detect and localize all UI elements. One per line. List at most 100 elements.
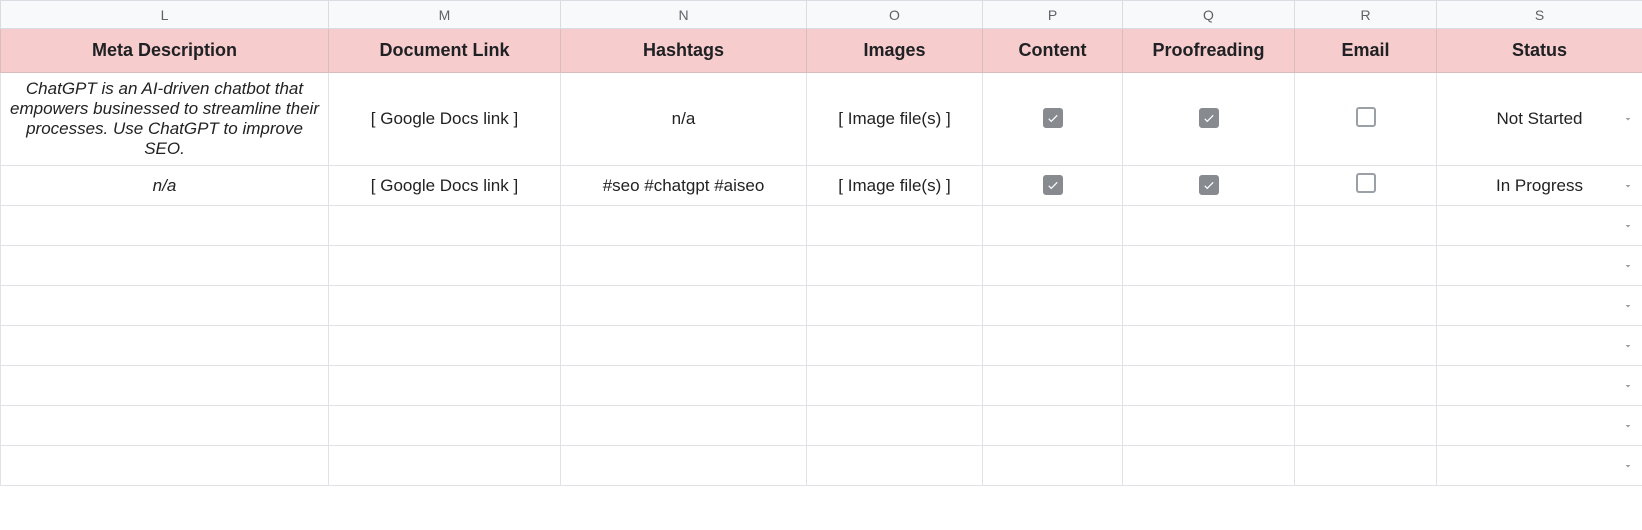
cell-status[interactable] bbox=[1437, 206, 1642, 246]
column-letter[interactable]: N bbox=[561, 1, 807, 29]
column-letter[interactable]: Q bbox=[1123, 1, 1295, 29]
cell-status[interactable] bbox=[1437, 246, 1642, 286]
cell-document-link[interactable] bbox=[329, 326, 561, 366]
cell-images[interactable] bbox=[807, 206, 983, 246]
cell-email[interactable] bbox=[1295, 326, 1437, 366]
cell-meta-description[interactable] bbox=[1, 446, 329, 486]
cell-document-link[interactable] bbox=[329, 406, 561, 446]
email-checkbox[interactable] bbox=[1356, 107, 1376, 127]
cell-content[interactable] bbox=[983, 366, 1123, 406]
cell-images[interactable] bbox=[807, 366, 983, 406]
cell-images[interactable] bbox=[807, 406, 983, 446]
cell-meta-description[interactable] bbox=[1, 246, 329, 286]
cell-images[interactable] bbox=[807, 246, 983, 286]
cell-document-link[interactable]: [ Google Docs link ] bbox=[329, 73, 561, 166]
cell-proofreading[interactable] bbox=[1123, 406, 1295, 446]
header-images[interactable]: Images bbox=[807, 29, 983, 73]
cell-hashtags[interactable]: n/a bbox=[561, 73, 807, 166]
cell-proofreading[interactable] bbox=[1123, 326, 1295, 366]
cell-content[interactable] bbox=[983, 326, 1123, 366]
cell-content[interactable] bbox=[983, 206, 1123, 246]
cell-status[interactable] bbox=[1437, 446, 1642, 486]
cell-document-link[interactable] bbox=[329, 366, 561, 406]
cell-status[interactable] bbox=[1437, 286, 1642, 326]
chevron-down-icon[interactable] bbox=[1622, 380, 1634, 392]
cell-proofreading[interactable] bbox=[1123, 366, 1295, 406]
cell-hashtags[interactable]: #seo #chatgpt #aiseo bbox=[561, 166, 807, 206]
cell-email[interactable] bbox=[1295, 246, 1437, 286]
cell-meta-description[interactable] bbox=[1, 326, 329, 366]
header-hashtags[interactable]: Hashtags bbox=[561, 29, 807, 73]
cell-hashtags[interactable] bbox=[561, 286, 807, 326]
cell-email[interactable] bbox=[1295, 406, 1437, 446]
column-letter[interactable]: R bbox=[1295, 1, 1437, 29]
cell-images[interactable] bbox=[807, 326, 983, 366]
cell-hashtags[interactable] bbox=[561, 326, 807, 366]
cell-status[interactable]: Not Started bbox=[1437, 73, 1642, 166]
cell-proofreading[interactable] bbox=[1123, 73, 1295, 166]
cell-status[interactable] bbox=[1437, 326, 1642, 366]
chevron-down-icon[interactable] bbox=[1622, 340, 1634, 352]
cell-images[interactable] bbox=[807, 446, 983, 486]
header-document-link[interactable]: Document Link bbox=[329, 29, 561, 73]
header-proofreading[interactable]: Proofreading bbox=[1123, 29, 1295, 73]
cell-meta-description[interactable] bbox=[1, 206, 329, 246]
content-checkbox[interactable] bbox=[1043, 108, 1063, 128]
content-checkbox[interactable] bbox=[1043, 175, 1063, 195]
cell-proofreading[interactable] bbox=[1123, 246, 1295, 286]
cell-proofreading[interactable] bbox=[1123, 446, 1295, 486]
cell-proofreading[interactable] bbox=[1123, 166, 1295, 206]
cell-proofreading[interactable] bbox=[1123, 206, 1295, 246]
column-letter[interactable]: S bbox=[1437, 1, 1642, 29]
email-checkbox[interactable] bbox=[1356, 173, 1376, 193]
cell-document-link[interactable] bbox=[329, 246, 561, 286]
cell-content[interactable] bbox=[983, 286, 1123, 326]
chevron-down-icon[interactable] bbox=[1622, 420, 1634, 432]
cell-hashtags[interactable] bbox=[561, 366, 807, 406]
cell-content[interactable] bbox=[983, 446, 1123, 486]
cell-content[interactable] bbox=[983, 246, 1123, 286]
cell-email[interactable] bbox=[1295, 73, 1437, 166]
cell-content[interactable] bbox=[983, 406, 1123, 446]
header-meta-description[interactable]: Meta Description bbox=[1, 29, 329, 73]
cell-status[interactable] bbox=[1437, 366, 1642, 406]
cell-document-link[interactable] bbox=[329, 206, 561, 246]
proofreading-checkbox[interactable] bbox=[1199, 175, 1219, 195]
cell-document-link[interactable] bbox=[329, 446, 561, 486]
cell-status[interactable]: In Progress bbox=[1437, 166, 1642, 206]
cell-meta-description[interactable] bbox=[1, 286, 329, 326]
cell-document-link[interactable] bbox=[329, 286, 561, 326]
proofreading-checkbox[interactable] bbox=[1199, 108, 1219, 128]
cell-meta-description[interactable]: n/a bbox=[1, 166, 329, 206]
cell-hashtags[interactable] bbox=[561, 206, 807, 246]
header-content[interactable]: Content bbox=[983, 29, 1123, 73]
cell-document-link[interactable]: [ Google Docs link ] bbox=[329, 166, 561, 206]
header-email[interactable]: Email bbox=[1295, 29, 1437, 73]
chevron-down-icon[interactable] bbox=[1622, 113, 1634, 125]
cell-content[interactable] bbox=[983, 73, 1123, 166]
cell-meta-description[interactable]: ChatGPT is an AI-driven chatbot that emp… bbox=[1, 73, 329, 166]
cell-content[interactable] bbox=[983, 166, 1123, 206]
chevron-down-icon[interactable] bbox=[1622, 220, 1634, 232]
cell-proofreading[interactable] bbox=[1123, 286, 1295, 326]
cell-hashtags[interactable] bbox=[561, 246, 807, 286]
cell-images[interactable]: [ Image file(s) ] bbox=[807, 166, 983, 206]
column-letter[interactable]: P bbox=[983, 1, 1123, 29]
cell-hashtags[interactable] bbox=[561, 406, 807, 446]
column-letter[interactable]: O bbox=[807, 1, 983, 29]
cell-email[interactable] bbox=[1295, 166, 1437, 206]
chevron-down-icon[interactable] bbox=[1622, 260, 1634, 272]
cell-email[interactable] bbox=[1295, 446, 1437, 486]
cell-meta-description[interactable] bbox=[1, 366, 329, 406]
header-status[interactable]: Status bbox=[1437, 29, 1642, 73]
cell-email[interactable] bbox=[1295, 286, 1437, 326]
chevron-down-icon[interactable] bbox=[1622, 180, 1634, 192]
chevron-down-icon[interactable] bbox=[1622, 460, 1634, 472]
column-letter[interactable]: M bbox=[329, 1, 561, 29]
cell-email[interactable] bbox=[1295, 206, 1437, 246]
cell-status[interactable] bbox=[1437, 406, 1642, 446]
cell-email[interactable] bbox=[1295, 366, 1437, 406]
chevron-down-icon[interactable] bbox=[1622, 300, 1634, 312]
cell-hashtags[interactable] bbox=[561, 446, 807, 486]
cell-meta-description[interactable] bbox=[1, 406, 329, 446]
